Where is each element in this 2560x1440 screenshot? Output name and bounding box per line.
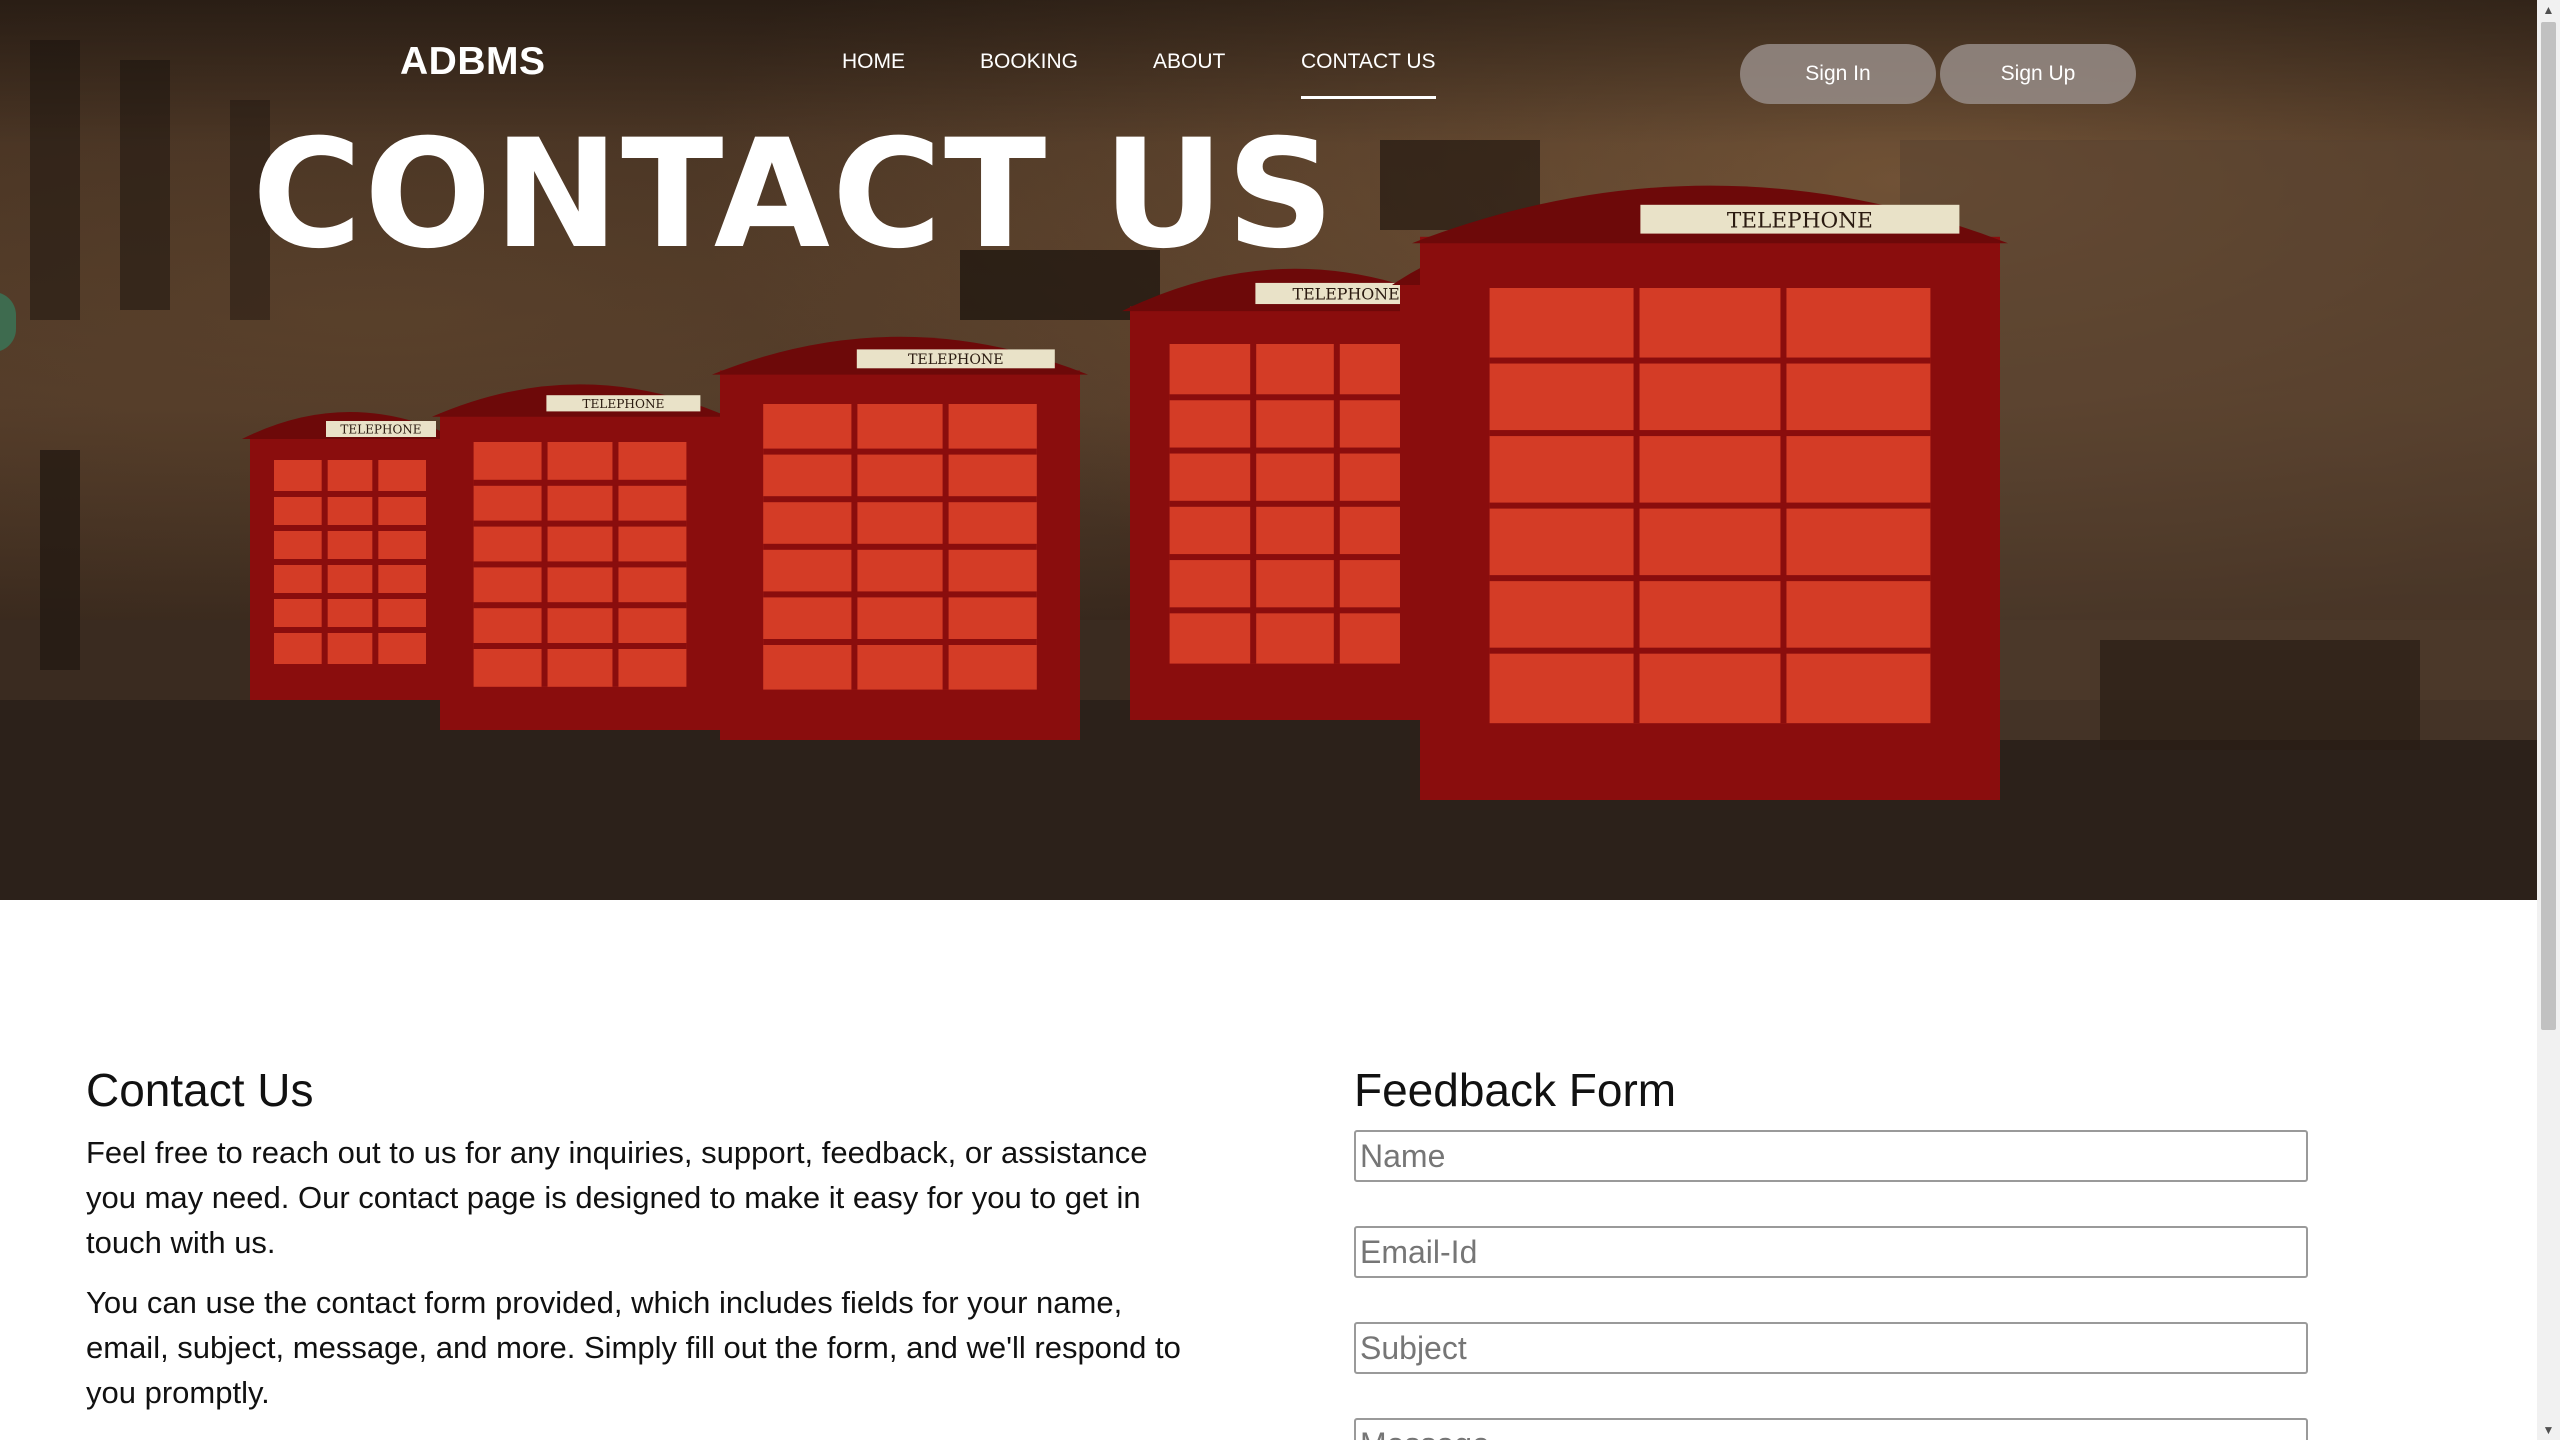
subject-input[interactable]: [1354, 1322, 2308, 1374]
nav-item-about[interactable]: ABOUT: [1153, 50, 1225, 96]
booth-sign-text: TELEPHONE: [1727, 208, 1873, 233]
page-title: CONTACT US: [252, 108, 1337, 282]
email-input[interactable]: [1354, 1226, 2308, 1278]
booth-sign-text: TELEPHONE: [908, 352, 1004, 368]
contact-heading: Contact Us: [86, 1064, 314, 1116]
booth-sign-text: TELEPHONE: [340, 422, 421, 436]
contact-paragraph-2: You can use the contact form provided, w…: [86, 1285, 1181, 1410]
brand-logo[interactable]: ADBMS: [400, 40, 546, 84]
scrollbar-thumb[interactable]: [2541, 22, 2556, 1030]
scroll-up-icon[interactable]: ▲: [2537, 0, 2560, 20]
sign-up-button[interactable]: Sign Up: [1940, 44, 2136, 104]
booth-sign-text: TELEPHONE: [582, 397, 664, 411]
booth-sign-text: TELEPHONE: [1293, 284, 1400, 303]
nav-item-home[interactable]: HOME: [842, 50, 905, 96]
telephone-booth: TELEPHONE: [242, 412, 458, 700]
sign-in-button[interactable]: Sign In: [1740, 44, 1936, 104]
telephone-booth: TELEPHONE: [1412, 185, 2008, 801]
contact-paragraph-1: Feel free to reach out to us for any inq…: [86, 1135, 1148, 1260]
nav-item-contact-us[interactable]: CONTACT US: [1301, 50, 1436, 99]
name-input[interactable]: [1354, 1130, 2308, 1182]
hero-banner: TELEPHONE TELEPHONE TELEPHONE TELEPHONE TELE…: [0, 0, 2537, 900]
page: TELEPHONE TELEPHONE TELEPHONE TELEPHONE TELE…: [0, 0, 2560, 1440]
scroll-down-icon[interactable]: ▼: [2537, 1420, 2560, 1440]
feedback-heading: Feedback Form: [1354, 1064, 1677, 1116]
nav-item-booking[interactable]: BOOKING: [980, 50, 1078, 96]
page-scrollbar[interactable]: ▲ ▼: [2537, 0, 2560, 1440]
telephone-booth: TELEPHONE: [712, 336, 1088, 740]
telephone-booth: TELEPHONE: [432, 384, 728, 730]
message-input[interactable]: [1354, 1418, 2308, 1440]
